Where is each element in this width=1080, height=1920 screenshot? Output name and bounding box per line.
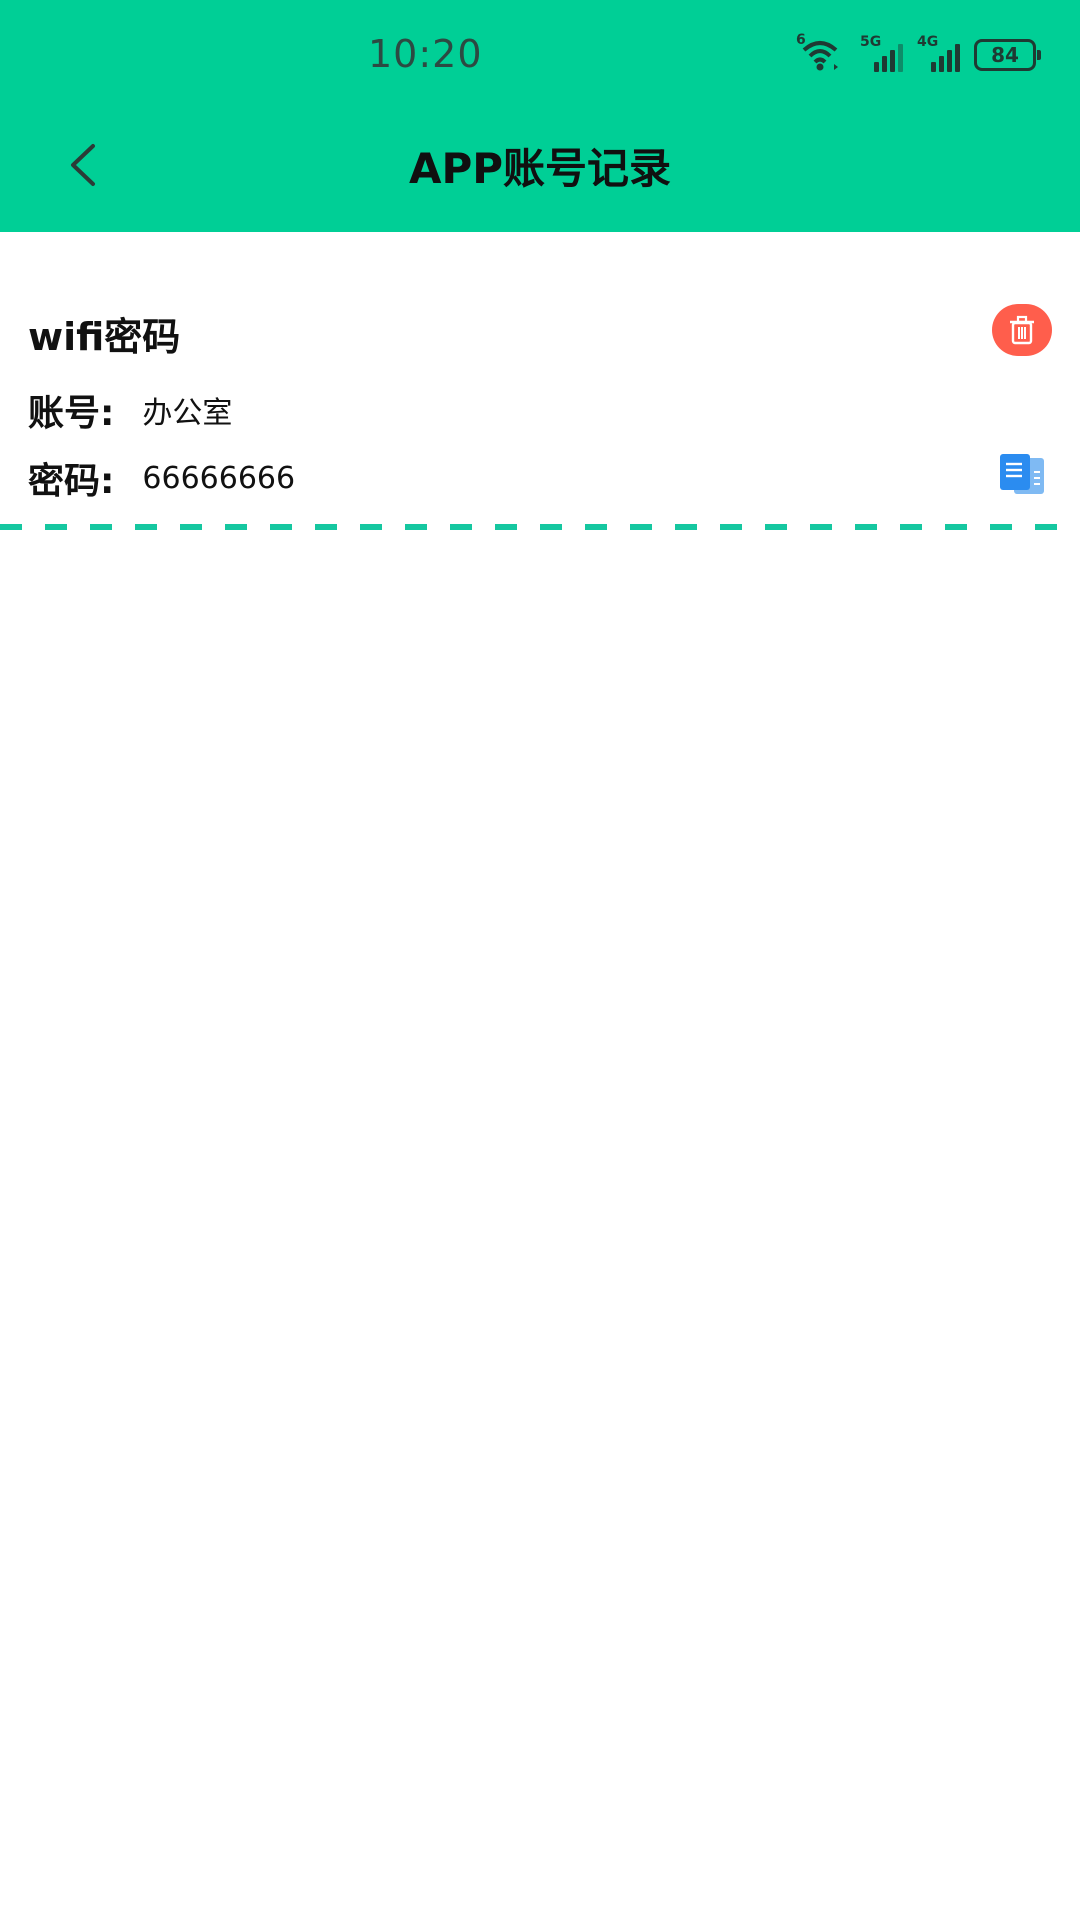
page-title: APP账号记录 [408,144,672,193]
record-card: wifi密码 账号: 办公室 密码: 66666666 [0,232,1080,537]
signal-5g-badge: 5G [860,34,882,50]
cell-signal-5g-icon: 5G [860,34,903,72]
wifi-icon: 6 [796,32,846,72]
battery-icon: 84 [974,39,1041,71]
dashed-divider [0,524,1080,530]
password-label: 密码: [28,461,115,502]
signal-4g-badge: 4G [917,34,939,50]
password-value: 66666666 [142,460,296,496]
cell-signal-4g-icon: 4G [917,34,960,72]
battery-level: 84 [991,43,1019,67]
copy-button[interactable] [996,452,1048,496]
delete-button[interactable] [992,304,1052,356]
trash-icon [1010,315,1034,345]
account-value: 办公室 [142,396,233,431]
record-title: wifi密码 [28,315,181,359]
status-icons: 6 5G 4G 84 [796,32,1041,76]
account-row: 账号: 办公室 [28,384,232,436]
app-header: 10:20 6 5G 4G 84 APP账号记录 [0,0,1080,232]
status-time: 10:20 [368,32,483,76]
copy-icon [1000,454,1044,494]
password-row: 密码: 66666666 [28,452,295,504]
account-label: 账号: [28,393,115,434]
wifi-badge: 6 [796,32,806,48]
